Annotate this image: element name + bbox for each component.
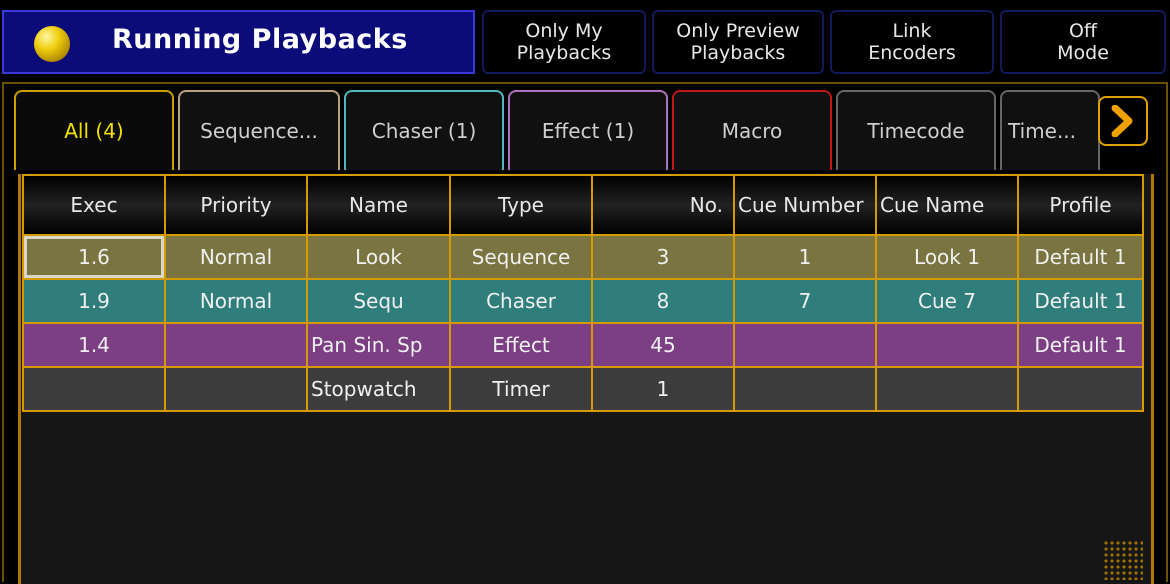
yellow-ball-icon [34,26,70,62]
cell-profile[interactable]: Default 1 [1017,234,1144,280]
tab-sequence[interactable]: Sequence... [178,90,340,170]
column-header-cue-name[interactable]: Cue Name [875,174,1019,236]
cell-type[interactable]: Effect [449,322,593,368]
scroll-tabs-button[interactable] [1098,96,1148,146]
cell-no[interactable]: 3 [591,234,735,280]
only-preview-playbacks-button[interactable]: Only Preview Playbacks [652,10,824,74]
off-mode-button[interactable]: Off Mode [1000,10,1166,74]
link-encoders-button[interactable]: Link Encoders [830,10,994,74]
tab-timecode[interactable]: Timecode [836,90,996,170]
cell-exec[interactable]: 1.4 [22,322,166,368]
cell-cue-name[interactable]: Look 1 [875,234,1019,280]
table-row[interactable]: Stopwatch Timer 1 [22,366,1144,412]
table-header-row: Exec Priority Name Type No. Cue Number C… [22,174,1144,236]
cell-type[interactable]: Sequence [449,234,593,280]
cell-cue-name[interactable] [875,322,1019,368]
tab-chaser[interactable]: Chaser (1) [344,90,504,170]
column-header-profile[interactable]: Profile [1017,174,1144,236]
cell-no[interactable]: 45 [591,322,735,368]
cell-cue-number[interactable] [733,366,877,412]
cell-name[interactable]: Sequ [306,278,451,324]
chevron-right-icon [1111,105,1133,137]
tab-timer[interactable]: Time... [1000,90,1100,170]
cell-type[interactable]: Timer [449,366,593,412]
window-title: Running Playbacks [112,24,408,55]
cell-cue-number[interactable] [733,322,877,368]
only-my-playbacks-button[interactable]: Only My Playbacks [482,10,646,74]
column-header-no[interactable]: No. [591,174,735,236]
cell-priority[interactable] [164,322,308,368]
resize-grip-icon[interactable] [1103,540,1143,580]
cell-name[interactable]: Stopwatch [306,366,451,412]
tab-macro[interactable]: Macro [672,90,832,170]
cell-no[interactable]: 1 [591,366,735,412]
tab-all[interactable]: All (4) [14,90,174,170]
column-header-name[interactable]: Name [306,174,451,236]
column-header-type[interactable]: Type [449,174,593,236]
cell-cue-number[interactable]: 7 [733,278,877,324]
cell-profile[interactable] [1017,366,1144,412]
column-header-cue-number[interactable]: Cue Number [733,174,877,236]
running-playbacks-table: Exec Priority Name Type No. Cue Number C… [22,174,1144,412]
column-header-exec[interactable]: Exec [22,174,166,236]
cell-type[interactable]: Chaser [449,278,593,324]
cell-priority[interactable]: Normal [164,234,308,280]
table-row[interactable]: 1.6 Normal Look Sequence 3 1 Look 1 Defa… [22,234,1144,280]
cell-no[interactable]: 8 [591,278,735,324]
cell-priority[interactable]: Normal [164,278,308,324]
cell-cue-number[interactable]: 1 [733,234,877,280]
cell-profile[interactable]: Default 1 [1017,278,1144,324]
cell-profile[interactable]: Default 1 [1017,322,1144,368]
cell-name[interactable]: Pan Sin. Sp [306,322,451,368]
cell-exec[interactable]: 1.6 [22,234,166,280]
cell-priority[interactable] [164,366,308,412]
cell-cue-name[interactable] [875,366,1019,412]
table-row[interactable]: 1.4 Pan Sin. Sp Effect 45 Default 1 [22,322,1144,368]
cell-cue-name[interactable]: Cue 7 [875,278,1019,324]
cell-exec[interactable]: 1.9 [22,278,166,324]
cell-exec[interactable] [22,366,166,412]
cell-name[interactable]: Look [306,234,451,280]
title-bar: Running Playbacks Only My Playbacks Only… [0,10,1170,76]
window-title-box[interactable]: Running Playbacks [2,10,475,74]
table-row[interactable]: 1.9 Normal Sequ Chaser 8 7 Cue 7 Default… [22,278,1144,324]
tab-effect[interactable]: Effect (1) [508,90,668,170]
column-header-priority[interactable]: Priority [164,174,308,236]
